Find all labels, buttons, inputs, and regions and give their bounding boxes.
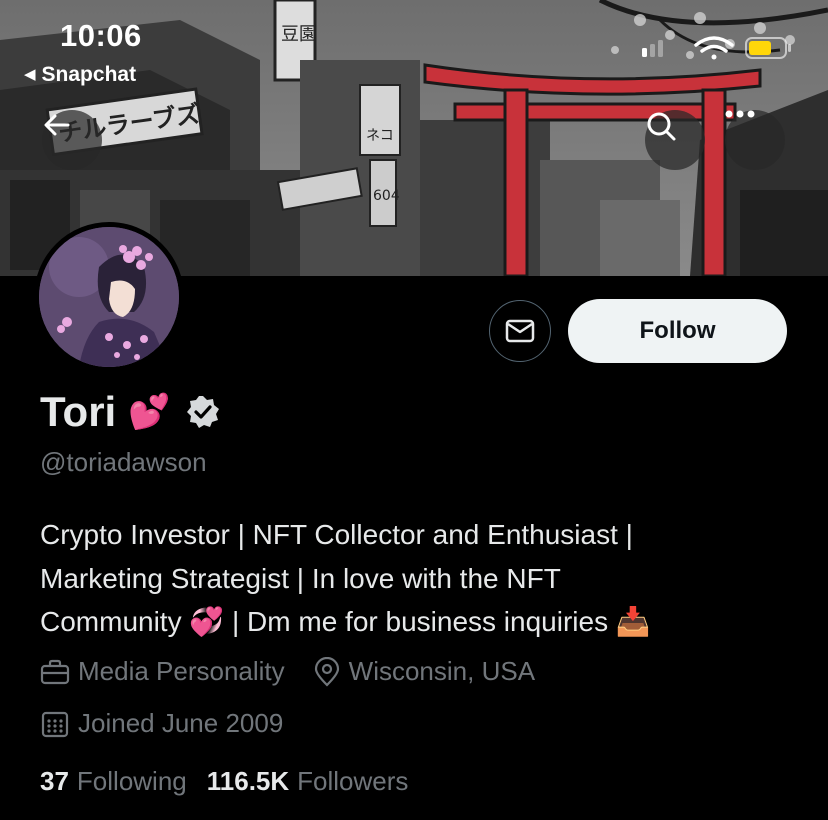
following-label: Following: [76, 766, 187, 796]
profile-joined: Joined June 2009: [40, 708, 283, 739]
category-label: Media Personality: [78, 656, 285, 686]
followers-count: 116.5K: [206, 766, 290, 796]
arrow-left-icon: [44, 114, 70, 136]
bio-line: Community 💞 | Dm me for business inquiri…: [40, 606, 651, 637]
banner-sign-text: 豆園: [281, 24, 317, 45]
profile-joined-row: Joined June 2009: [40, 708, 311, 739]
followers-link[interactable]: 116.5K Followers: [207, 766, 409, 797]
profile-location: Wisconsin, USA: [313, 656, 535, 687]
battery-icon: [745, 37, 791, 59]
follow-stats: 37 Following 116.5K Followers: [40, 766, 428, 797]
envelope-icon: [505, 319, 535, 343]
bio-line: Crypto Investor | NFT Collector and Enth…: [40, 519, 633, 550]
profile-name-row: Tori 💕: [40, 388, 221, 436]
profile-name: Tori: [40, 388, 117, 435]
search-button[interactable]: [645, 110, 705, 170]
following-link[interactable]: 37 Following: [40, 766, 187, 797]
location-pin-icon: [314, 656, 339, 687]
profile-handle: @toriadawson: [40, 447, 207, 477]
bio-line: Marketing Strategist | In love with the …: [40, 562, 561, 594]
wifi-icon: [694, 36, 734, 60]
avatar-illustration: [39, 227, 179, 367]
back-to-app-link[interactable]: ◀ Snapchat: [24, 63, 136, 87]
back-button[interactable]: [42, 110, 102, 170]
message-button[interactable]: [489, 300, 551, 362]
location-label: Wisconsin, USA: [348, 656, 536, 686]
briefcase-icon: [40, 659, 70, 684]
back-app-label: Snapchat: [41, 63, 137, 86]
signal-icon: [642, 40, 663, 57]
name-emoji: 💕: [128, 393, 171, 431]
joined-label: Joined June 2009: [78, 708, 284, 738]
banner-sign-text: ネコ: [366, 128, 394, 144]
follow-button[interactable]: Follow: [568, 299, 787, 363]
verified-badge-icon[interactable]: [185, 394, 221, 430]
profile-category: Media Personality: [40, 656, 285, 687]
calendar-icon: [41, 711, 69, 737]
followers-label: Followers: [297, 766, 409, 796]
profile-bio: Crypto Investor | NFT Collector and Enth…: [40, 513, 800, 644]
search-icon: [647, 112, 676, 141]
profile-meta-row: Media Personality Wisconsin, USA: [40, 656, 563, 687]
banner-sign-text: 604: [373, 188, 400, 204]
status-time: 10:06: [60, 18, 142, 53]
back-triangle-icon: ◀: [24, 66, 36, 83]
avatar[interactable]: [34, 222, 184, 372]
more-button[interactable]: [725, 110, 785, 170]
status-icons: [642, 34, 792, 66]
more-icon: [725, 110, 755, 118]
following-count: 37: [40, 766, 69, 796]
